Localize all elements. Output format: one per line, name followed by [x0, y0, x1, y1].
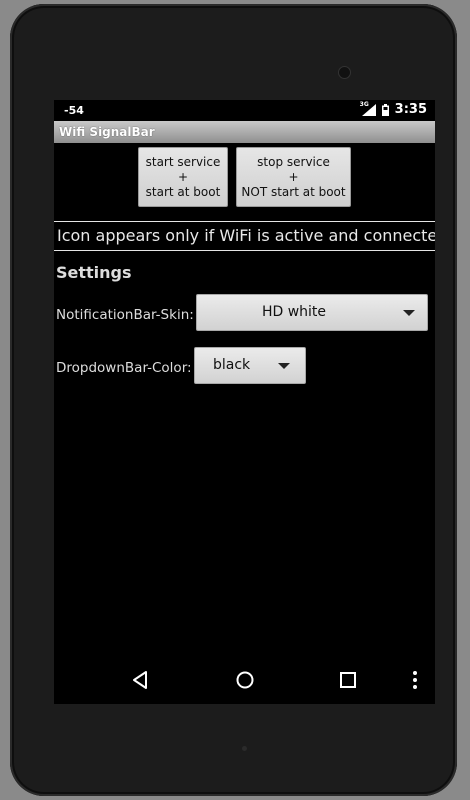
- status-icons: 3G 3:35: [359, 100, 427, 118]
- dropdown-color-value: black: [213, 357, 251, 373]
- app-title-bar: Wifi SignalBar: [54, 121, 435, 143]
- back-icon[interactable]: [132, 670, 148, 694]
- dropdown-color-label: DropdownBar-Color:: [56, 360, 192, 376]
- clock: 3:35: [394, 102, 427, 117]
- front-camera: [338, 66, 351, 79]
- microphone: [242, 746, 247, 751]
- recents-icon[interactable]: [339, 670, 357, 694]
- network-type-label: 3G: [359, 100, 369, 108]
- stop-button-line1: stop service: [257, 154, 330, 169]
- notification-skin-label: NotificationBar-Skin:: [56, 307, 194, 323]
- notification-skin-dropdown[interactable]: HD white: [196, 294, 428, 331]
- divider-top: [54, 221, 435, 222]
- chevron-down-icon: [278, 363, 290, 369]
- start-service-button[interactable]: start service + start at boot: [138, 147, 228, 207]
- start-button-line2: +: [177, 169, 189, 184]
- chevron-down-icon: [403, 310, 415, 316]
- notification-skin-value: HD white: [261, 304, 327, 320]
- cell-signal-icon: 3G: [359, 100, 376, 116]
- stop-button-line2: +: [288, 169, 299, 184]
- divider-bottom: [54, 250, 435, 251]
- tablet-frame: -54 3G 3:35 Wifi SignalBar start service…: [10, 4, 457, 796]
- stop-service-button[interactable]: stop service + NOT start at boot: [236, 147, 351, 207]
- settings-heading: Settings: [56, 263, 132, 282]
- app-title: Wifi SignalBar: [59, 125, 155, 139]
- stop-button-line3: NOT start at boot: [241, 184, 346, 199]
- start-button-line3: start at boot: [145, 184, 221, 199]
- overflow-menu-icon[interactable]: [412, 670, 418, 694]
- info-text: Icon appears only if WiFi is active and …: [57, 226, 435, 245]
- signal-strength-readout: -54: [64, 104, 84, 117]
- screen: -54 3G 3:35 Wifi SignalBar start service…: [54, 100, 435, 704]
- battery-icon: [381, 103, 389, 116]
- start-button-line1: start service: [145, 154, 221, 169]
- home-icon[interactable]: [235, 670, 255, 694]
- navigation-bar: [54, 660, 435, 704]
- dropdown-color-dropdown[interactable]: black: [194, 347, 306, 384]
- status-bar: -54 3G 3:35: [54, 100, 435, 120]
